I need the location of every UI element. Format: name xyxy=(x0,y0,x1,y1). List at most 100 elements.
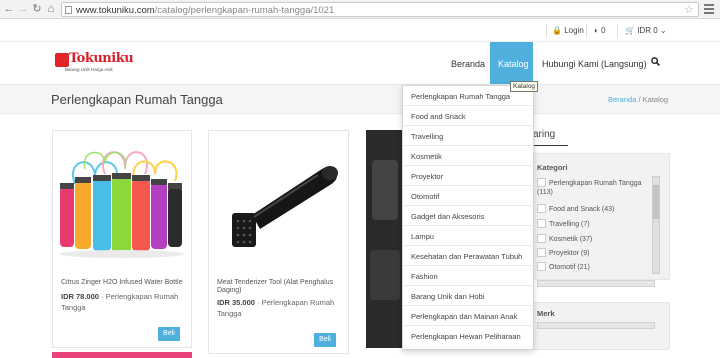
category-filter-item-label: Food and Snack (43) xyxy=(549,206,615,213)
category-filter-item[interactable]: Travelling (7) xyxy=(537,219,590,228)
product-price-line: IDR 78.000 · Perlengkapan Rumah Tangga xyxy=(61,292,179,312)
chevron-down-icon: ⌄ xyxy=(659,26,667,35)
divider xyxy=(546,24,547,38)
product-card[interactable]: Meat Tenderizer Tool (Alat Penghalus Dag… xyxy=(208,130,349,354)
checkbox[interactable] xyxy=(537,248,546,257)
product-price-line: IDR 35.000 · Perlengkapan Rumah Tangga xyxy=(217,298,335,318)
horizontal-scrollbar[interactable] xyxy=(537,280,655,287)
buy-button[interactable]: Beli xyxy=(158,327,180,341)
lock-icon: 🔒 xyxy=(552,26,562,35)
product-image-detail xyxy=(370,250,400,300)
checkbox[interactable] xyxy=(537,234,546,243)
cart-icon: 🛒 xyxy=(625,26,635,35)
category-filter-item[interactable]: Proyektor (9) xyxy=(537,248,589,257)
site-header: Tokuniku Barang Unik Harga Asik Beranda … xyxy=(0,42,720,84)
category-filter-label: Kategori xyxy=(537,163,568,172)
product-image[interactable] xyxy=(214,151,344,261)
nav-catalog-label: Katalog xyxy=(498,59,529,69)
nav-contact[interactable]: Hubungi Kami (Langsung) xyxy=(542,59,647,69)
filter-heading: aring xyxy=(533,129,556,140)
next-product-image xyxy=(52,352,192,358)
dropdown-item[interactable]: Otomotif xyxy=(403,186,533,206)
product-price: IDR 35.000 xyxy=(217,298,255,307)
product-name[interactable]: Meat Tenderizer Tool (Alat Penghalus Dag… xyxy=(217,279,345,295)
divider xyxy=(617,24,618,38)
category-filter-item-label: Travelling (7) xyxy=(549,221,590,228)
checkbox[interactable] xyxy=(537,262,546,271)
scrollbar-thumb[interactable] xyxy=(653,185,659,219)
dropdown-item[interactable]: Perlengkapan Hewan Peliharaan xyxy=(403,326,533,346)
category-filter-item[interactable]: Otomotif (21) xyxy=(537,262,590,271)
cart-total: IDR 0 xyxy=(637,26,658,35)
checkbox[interactable] xyxy=(537,219,546,228)
dropdown-item[interactable]: Gadget dan Aksesoris xyxy=(403,206,533,226)
breadcrumb: Beranda / Katalog xyxy=(608,95,668,104)
category-filter-item[interactable]: Kosmetik (37) xyxy=(537,234,592,243)
nav-home[interactable]: Beranda xyxy=(451,59,485,69)
heading-underline xyxy=(533,145,568,146)
horizontal-scrollbar[interactable] xyxy=(537,322,655,329)
product-price: IDR 78.000 xyxy=(61,292,99,301)
product-image[interactable] xyxy=(55,139,190,269)
category-filter-item[interactable]: Perlengkapan Rumah Tangga xyxy=(537,178,642,187)
category-filter-item-label: Proyektor (9) xyxy=(549,250,590,257)
page-title: Perlengkapan Rumah Tangga xyxy=(51,92,223,107)
cart-link[interactable]: 🛒 IDR 0 ⌄ xyxy=(625,26,667,35)
product-image-dark[interactable] xyxy=(366,130,406,348)
dropdown-item[interactable]: Travelling xyxy=(403,126,533,146)
breadcrumb-current: Katalog xyxy=(642,95,669,104)
category-filter-item-count: (113) xyxy=(537,189,553,196)
forward-icon[interactable]: → xyxy=(17,3,29,15)
buy-button[interactable]: Beli xyxy=(314,333,336,347)
dropdown-item[interactable]: Proyektor xyxy=(403,166,533,186)
utility-bar: 🔒 Login ◐ 0 🛒 IDR 0 ⌄ xyxy=(0,20,720,42)
catalog-tooltip: Katalog xyxy=(510,81,539,92)
checkbox[interactable] xyxy=(537,178,546,187)
logo-text: Tokuniku xyxy=(69,51,134,66)
login-link[interactable]: 🔒 Login xyxy=(552,26,584,35)
dropdown-item[interactable]: Kesehatan dan Perawatan Tubuh xyxy=(403,246,533,266)
address-bar[interactable]: www.tokuniku.com/catalog/perlengkapan-ru… xyxy=(61,2,699,17)
product-image-detail xyxy=(372,160,398,220)
shopping-bag-icon xyxy=(55,53,69,67)
breadcrumb-separator: / xyxy=(638,95,641,104)
dropdown-item[interactable]: Perlengkapan dan Mainan Anak xyxy=(403,306,533,326)
category-filter-item[interactable]: Food and Snack (43) xyxy=(537,204,614,213)
page-icon xyxy=(65,6,72,14)
compare-icon: ◐ xyxy=(594,26,599,35)
dropdown-item[interactable]: Lampu xyxy=(403,226,533,246)
url-path: /catalog/perlengkapan-rumah-tangga/1021 xyxy=(154,5,335,16)
browser-menu-icon[interactable] xyxy=(704,4,714,16)
home-icon[interactable]: ⌂ xyxy=(45,3,57,15)
divider xyxy=(586,24,587,38)
back-icon[interactable]: ← xyxy=(3,3,15,15)
checkbox[interactable] xyxy=(537,204,546,213)
product-card[interactable]: Citrus Zinger H2O Infused Water Bottle I… xyxy=(52,130,192,348)
category-filter-box xyxy=(533,153,670,280)
browser-toolbar: ← → ↻ ⌂ www.tokuniku.com/catalog/perleng… xyxy=(0,0,720,19)
category-filter-item-label: Perlengkapan Rumah Tangga xyxy=(549,180,642,187)
url-text: www.tokuniku.com/catalog/perlengkapan-ru… xyxy=(76,5,334,16)
bookmark-star-icon[interactable]: ☆ xyxy=(684,3,694,16)
catalog-dropdown: Perlengkapan Rumah Tangga Food and Snack… xyxy=(402,85,534,350)
compare-link[interactable]: ◐ 0 xyxy=(594,26,606,35)
logo-tagline: Barang Unik Harga Asik xyxy=(65,67,113,72)
category-filter-item-label: Kosmetik (37) xyxy=(549,236,593,243)
reload-icon[interactable]: ↻ xyxy=(31,3,43,15)
url-domain: www.tokuniku.com xyxy=(76,5,155,16)
nav-catalog[interactable]: Katalog xyxy=(490,42,533,84)
compare-count: 0 xyxy=(601,26,606,35)
dropdown-item[interactable]: Barang Unik dan Hobi xyxy=(403,286,533,306)
search-icon[interactable] xyxy=(651,57,660,66)
dropdown-item[interactable]: Food and Snack xyxy=(403,106,533,126)
product-name[interactable]: Citrus Zinger H2O Infused Water Bottle xyxy=(61,279,183,286)
brand-filter-label: Merk xyxy=(537,309,555,318)
dropdown-item[interactable]: Kosmetik xyxy=(403,146,533,166)
dropdown-item[interactable]: Fashion xyxy=(403,266,533,286)
category-scrollbar[interactable] xyxy=(652,176,660,274)
login-label: Login xyxy=(564,26,584,35)
category-filter-item-label: Otomotif (21) xyxy=(549,264,590,271)
page-title-bar: Perlengkapan Rumah Tangga Beranda / Kata… xyxy=(0,84,720,114)
logo[interactable]: Tokuniku Barang Unik Harga Asik xyxy=(55,51,134,75)
breadcrumb-home[interactable]: Beranda xyxy=(608,95,636,104)
